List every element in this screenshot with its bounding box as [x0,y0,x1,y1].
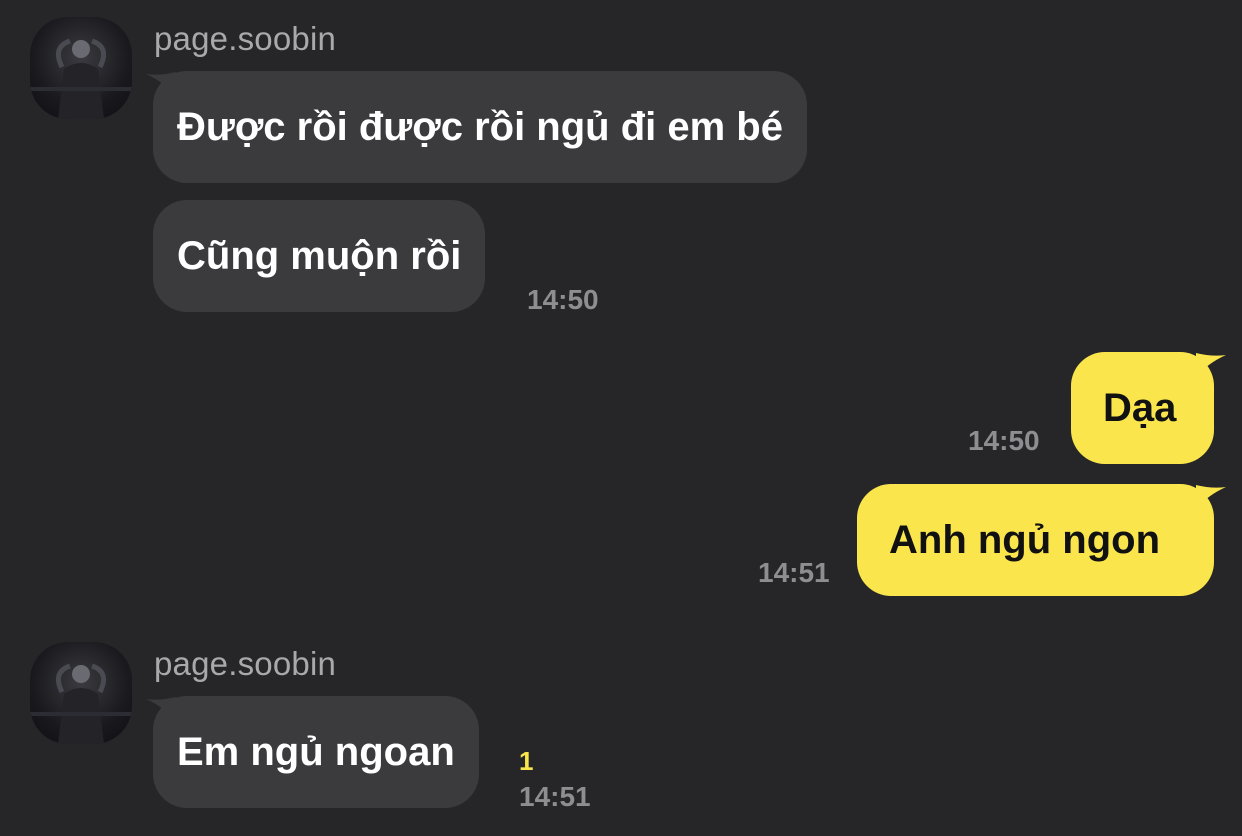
profile-photo-icon [30,38,132,119]
unread-count: 1 [519,746,534,776]
message-bubble[interactable]: Em ngủ ngoan [153,696,479,808]
avatar[interactable] [30,17,132,119]
message-bubble[interactable]: Dạa [1071,352,1214,464]
message-bubble[interactable]: Được rồi được rồi ngủ đi em bé [153,71,807,183]
message-timestamp: 14:51 [519,781,591,812]
bubble-tail [1196,353,1226,377]
avatar[interactable] [30,642,132,744]
bubble-tail [1196,485,1226,509]
message-timestamp: 14:50 [968,425,1040,456]
chat-thread: page.soobin Được rồi được rồi ngủ đi em … [0,0,1242,836]
message-timestamp: 14:50 [527,284,599,315]
message-bubble[interactable]: Cũng muộn rồi [153,200,486,312]
profile-photo-icon [30,663,132,744]
sender-name[interactable]: page.soobin [154,20,336,58]
message-bubble[interactable]: Anh ngủ ngon [857,484,1214,596]
message-timestamp: 14:51 [758,557,830,588]
sender-name[interactable]: page.soobin [154,645,336,683]
